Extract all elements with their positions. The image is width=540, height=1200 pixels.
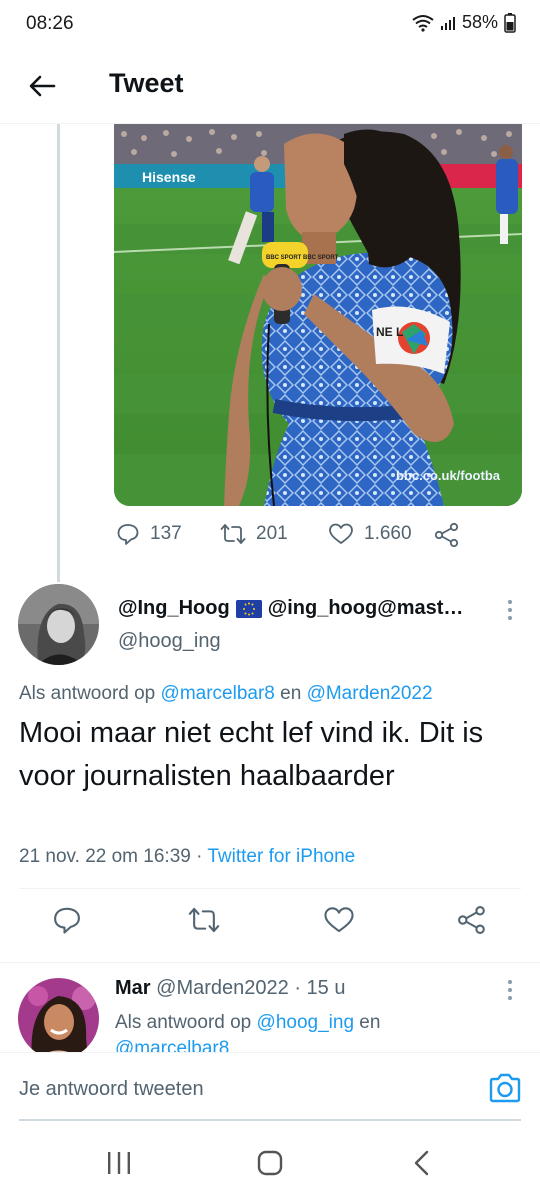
media-watermark: bbc.co.uk/footba xyxy=(396,468,501,483)
wifi-icon xyxy=(412,14,434,32)
reply-icon xyxy=(54,907,80,934)
like-count-button[interactable]: 1.660 xyxy=(328,522,412,546)
reply-and: en xyxy=(359,1012,381,1033)
dot-icon xyxy=(508,996,512,1000)
battery-percentage: 58% xyxy=(461,12,498,32)
share-icon xyxy=(434,522,459,548)
mention-link[interactable]: @hoog_ing xyxy=(257,1012,354,1033)
camera-icon xyxy=(489,1073,521,1103)
dot-icon xyxy=(508,608,512,612)
page-title: Tweet xyxy=(109,68,184,98)
reply-count-button[interactable]: 137 xyxy=(116,522,182,546)
more-options-button[interactable] xyxy=(500,978,520,1002)
meta-separator: · xyxy=(294,977,301,999)
meta-separator: · xyxy=(196,846,203,867)
retweet-icon xyxy=(188,907,220,933)
retweet-button[interactable] xyxy=(188,905,220,940)
arrow-left-icon xyxy=(29,75,56,97)
retweet-count: 201 xyxy=(256,523,288,544)
retweet-count-button[interactable]: 201 xyxy=(220,522,288,546)
tweet-media-image[interactable]: Hisense NE L BBC SPORT BBC SPORT bbc.co.… xyxy=(114,124,522,506)
tweet-source-link[interactable]: Twitter for iPhone xyxy=(207,846,355,867)
avatar[interactable] xyxy=(18,978,99,1059)
divider xyxy=(19,888,521,889)
reply-context: Als antwoord op @marcelbar8 en @Marden20… xyxy=(19,683,433,705)
dot-icon xyxy=(508,600,512,604)
relative-time: 15 u xyxy=(306,977,346,999)
reply-icon xyxy=(117,524,139,545)
tweet-timestamp: 21 nov. 22 om 16:39 xyxy=(19,846,191,867)
home-button[interactable] xyxy=(256,1150,284,1181)
avatar[interactable] xyxy=(18,584,99,665)
status-time: 08:26 xyxy=(26,13,74,34)
reply-prefix: Als antwoord op xyxy=(115,1012,252,1033)
mention-link[interactable]: @Marden2022 xyxy=(307,683,433,704)
dot-icon xyxy=(508,980,512,984)
chevron-left-icon xyxy=(414,1150,429,1176)
top-app-bar: Tweet xyxy=(0,52,540,124)
recent-apps-button[interactable] xyxy=(105,1150,133,1181)
reply-context: Als antwoord op @hoog_ing en xyxy=(115,1010,380,1036)
reply-count: 137 xyxy=(150,523,182,544)
status-bar: 08:26 58% xyxy=(0,0,540,52)
dot-icon xyxy=(508,616,512,620)
back-button[interactable] xyxy=(24,68,60,104)
reply-button[interactable] xyxy=(52,905,82,940)
like-count: 1.660 xyxy=(364,523,412,544)
recent-apps-icon xyxy=(108,1152,130,1174)
share-icon xyxy=(458,906,485,934)
back-nav-button[interactable] xyxy=(410,1150,434,1181)
more-options-button[interactable] xyxy=(500,598,520,622)
armband-text: NE L xyxy=(376,325,403,339)
share-button[interactable] xyxy=(434,522,460,548)
ad-board-text: Hisense xyxy=(142,169,196,185)
input-underline xyxy=(19,1119,521,1121)
divider xyxy=(0,962,540,963)
parent-tweet-actions: 137 201 1.660 xyxy=(114,522,474,552)
user-handle[interactable]: @hoog_ing xyxy=(118,630,221,653)
eu-flag-icon xyxy=(235,599,262,618)
battery-icon xyxy=(504,12,516,33)
retweet-icon xyxy=(220,524,246,544)
user-handle: @Marden2022 xyxy=(156,977,289,999)
heart-icon xyxy=(324,907,354,933)
mic-label: BBC SPORT BBC SPORT xyxy=(266,255,339,261)
dot-icon xyxy=(508,988,512,992)
reply-and: en xyxy=(280,683,302,704)
mention-link[interactable]: @marcelbar8 xyxy=(115,1036,229,1052)
camera-button[interactable] xyxy=(488,1071,522,1105)
author-name-line[interactable]: @Ing_Hoog @ing_hoog@mast… xyxy=(118,597,463,620)
like-button[interactable] xyxy=(323,905,355,940)
tweet-text: Mooi maar niet echt lef vind ik. Dit is … xyxy=(19,717,484,792)
system-navigation-bar xyxy=(0,1132,540,1200)
reply-prefix: Als antwoord op xyxy=(19,683,156,704)
heart-icon xyxy=(329,523,353,544)
status-icons: 58% xyxy=(412,12,516,33)
signal-icon xyxy=(440,15,456,31)
display-name: @Ing_Hoog xyxy=(118,597,230,619)
tweet-actions xyxy=(0,905,540,945)
home-icon xyxy=(257,1150,283,1176)
reply-input[interactable]: Je antwoord tweeten xyxy=(19,1078,204,1101)
mention-link[interactable]: @marcelbar8 xyxy=(161,683,275,704)
next-reply-header[interactable]: Mar @Marden2022 · 15 u xyxy=(115,977,345,1000)
tweet-meta: 21 nov. 22 om 16:39 · Twitter for iPhone xyxy=(19,846,355,868)
display-name: Mar xyxy=(115,977,151,999)
share-button[interactable] xyxy=(457,905,487,940)
mastodon-handle: @ing_hoog@mast… xyxy=(267,597,464,619)
reply-compose-bar: Je antwoord tweeten xyxy=(0,1052,540,1132)
thread-connector-line xyxy=(57,124,60,582)
